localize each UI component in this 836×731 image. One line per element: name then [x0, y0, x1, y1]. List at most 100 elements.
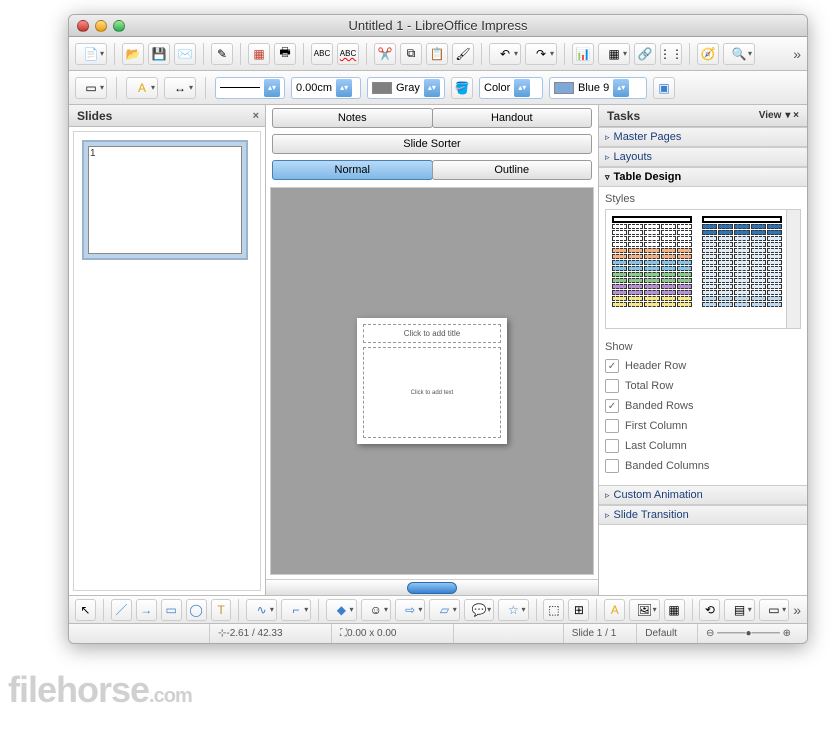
section-layouts[interactable]: ▹Layouts — [599, 147, 807, 167]
autospell-button[interactable]: ABC — [337, 43, 359, 65]
fill-color-combo[interactable]: Blue 9▴▾ — [549, 77, 647, 99]
line-style-combo[interactable]: ▴▾ — [215, 77, 285, 99]
slide-layout-button[interactable]: ▭ — [75, 77, 107, 99]
gluepoints-tool[interactable]: ⊞ — [568, 599, 589, 621]
from-file-button[interactable]: 🖼 — [629, 599, 659, 621]
horizontal-scrollbar[interactable] — [266, 579, 598, 595]
line-fill-toolbar: ▭ A ↔ ▴▾ 0.00cm▴▾ Gray▴▾ 🪣 Color▴▾ Blue … — [69, 71, 807, 105]
tab-slide-sorter[interactable]: Slide Sorter — [272, 134, 592, 154]
fontwork-gallery-button[interactable]: A — [604, 599, 625, 621]
stars-tool[interactable]: ☆ — [498, 599, 528, 621]
chk-banded-rows[interactable]: ✓Banded Rows — [605, 399, 801, 413]
slide-editor[interactable]: Click to add title Click to add text — [270, 187, 594, 575]
slide-thumbnail[interactable]: 1 — [82, 140, 248, 260]
window-title: Untitled 1 - LibreOffice Impress — [69, 18, 807, 33]
arrow-style-button[interactable]: ↔ — [164, 77, 196, 99]
titlebar[interactable]: Untitled 1 - LibreOffice Impress — [69, 15, 807, 37]
tab-notes[interactable]: Notes — [272, 108, 433, 128]
arrow-tool[interactable]: → — [136, 599, 157, 621]
copy-button[interactable]: ⧉ — [400, 43, 422, 65]
line-tool[interactable]: ／ — [111, 599, 132, 621]
callout-tool[interactable]: 💬 — [464, 599, 494, 621]
view-panel: Notes Handout Slide Sorter Normal Outlin… — [266, 105, 599, 595]
zoom-button[interactable]: 🔍 — [723, 43, 755, 65]
navigator-button[interactable]: 🧭 — [697, 43, 719, 65]
shadow-button[interactable]: ▣ — [653, 77, 675, 99]
chk-total-row[interactable]: Total Row — [605, 379, 801, 393]
new-doc-button[interactable]: 📄 — [75, 43, 107, 65]
tasks-view-menu[interactable]: View ▾ × — [759, 110, 799, 121]
pdf-export-button[interactable]: ▦ — [248, 43, 270, 65]
select-tool[interactable]: ↖ — [75, 599, 96, 621]
slides-panel: Slides × 1 — [69, 105, 266, 595]
gallery-button[interactable]: ▦ — [664, 599, 685, 621]
align-tool[interactable]: ▤ — [724, 599, 754, 621]
ellipse-tool[interactable]: ◯ — [186, 599, 207, 621]
paste-button[interactable]: 📋 — [426, 43, 448, 65]
watermark-logo: filehorse.com — [8, 669, 192, 711]
section-table-design[interactable]: ▿Table Design — [599, 167, 807, 187]
spellcheck-button[interactable]: ABC — [311, 43, 333, 65]
cut-button[interactable]: ✂️ — [374, 43, 396, 65]
chk-banded-columns[interactable]: Banded Columns — [605, 459, 801, 473]
table-button[interactable]: ▦ — [598, 43, 630, 65]
hyperlink-button[interactable]: 🔗 — [634, 43, 656, 65]
basic-shapes-tool[interactable]: ◆ — [326, 599, 356, 621]
print-button[interactable]: 🖶 — [274, 43, 296, 65]
open-button[interactable]: 📂 — [122, 43, 144, 65]
zoom-controls[interactable]: ⊖ ────●──── ⊕ — [697, 624, 799, 643]
area-style-button[interactable]: 🪣 — [451, 77, 473, 99]
status-slide: Slide 1 / 1 — [563, 624, 624, 643]
chk-header-row[interactable]: ✓Header Row — [605, 359, 801, 373]
line-width-field[interactable]: 0.00cm▴▾ — [291, 77, 361, 99]
chk-last-column[interactable]: Last Column — [605, 439, 801, 453]
rect-tool[interactable]: ▭ — [161, 599, 182, 621]
section-custom-animation[interactable]: ▹Custom Animation — [599, 485, 807, 505]
drawing-toolbar: ↖ ／ → ▭ ◯ T ∿ ⌐ ◆ ☺ ⇨ ▱ 💬 ☆ ⬚ ⊞ A 🖼 ▦ ⟲ … — [69, 595, 807, 623]
chart-button[interactable]: 📊 — [572, 43, 594, 65]
save-button[interactable]: 💾 — [148, 43, 170, 65]
styles-label: Styles — [605, 193, 801, 205]
points-tool[interactable]: ⬚ — [543, 599, 564, 621]
toolbar-overflow-icon[interactable]: » — [793, 46, 801, 62]
undo-button[interactable]: ↶ — [489, 43, 521, 65]
curve-tool[interactable]: ∿ — [246, 599, 276, 621]
tab-outline[interactable]: Outline — [432, 160, 593, 180]
redo-button[interactable]: ↷ — [525, 43, 557, 65]
section-master-pages[interactable]: ▹Master Pages — [599, 127, 807, 147]
standard-toolbar: 📄 📂 💾 ✉️ ✎ ▦ 🖶 ABC ABC ✂️ ⧉ 📋 🖌 ↶ ↷ 📊 ▦ … — [69, 37, 807, 71]
text-tool[interactable]: T — [211, 599, 232, 621]
flowchart-tool[interactable]: ▱ — [429, 599, 459, 621]
tab-normal[interactable]: Normal — [272, 160, 433, 180]
fontwork-button[interactable]: A — [126, 77, 158, 99]
chk-first-column[interactable]: First Column — [605, 419, 801, 433]
block-arrows-tool[interactable]: ⇨ — [395, 599, 425, 621]
line-color-combo[interactable]: Gray▴▾ — [367, 77, 445, 99]
close-icon[interactable]: × — [253, 110, 259, 122]
clone-format-button[interactable]: 🖌 — [452, 43, 474, 65]
grid-button[interactable]: ⋮⋮ — [660, 43, 682, 65]
status-coords: ⊹ -2.61 / 42.33 — [209, 624, 319, 643]
table-styles-grid[interactable] — [605, 209, 801, 329]
styles-scrollbar[interactable] — [786, 210, 800, 328]
tasks-panel-header: Tasks View ▾ × — [599, 105, 807, 127]
section-slide-transition[interactable]: ▹Slide Transition — [599, 505, 807, 525]
connector-tool[interactable]: ⌐ — [281, 599, 311, 621]
status-size: ⛶ 0.00 x 0.00 — [331, 624, 441, 643]
content-placeholder[interactable]: Click to add text — [363, 347, 501, 438]
show-label: Show — [605, 341, 801, 353]
app-window: Untitled 1 - LibreOffice Impress 📄 📂 💾 ✉… — [68, 14, 808, 644]
slides-panel-header: Slides × — [69, 105, 265, 127]
status-layout[interactable]: Default — [636, 624, 685, 643]
symbol-shapes-tool[interactable]: ☺ — [361, 599, 391, 621]
tasks-panel: Tasks View ▾ × ▹Master Pages ▹Layouts ▿T… — [599, 105, 807, 595]
fill-type-combo[interactable]: Color▴▾ — [479, 77, 543, 99]
tab-handout[interactable]: Handout — [432, 108, 593, 128]
arrange-tool[interactable]: ▭ — [759, 599, 789, 621]
status-bar: ⊹ -2.61 / 42.33 ⛶ 0.00 x 0.00 Slide 1 / … — [69, 623, 807, 643]
edit-button[interactable]: ✎ — [211, 43, 233, 65]
rotate-tool[interactable]: ⟲ — [699, 599, 720, 621]
toolbar-overflow-icon[interactable]: » — [793, 602, 801, 618]
title-placeholder[interactable]: Click to add title — [363, 324, 501, 343]
email-button[interactable]: ✉️ — [174, 43, 196, 65]
